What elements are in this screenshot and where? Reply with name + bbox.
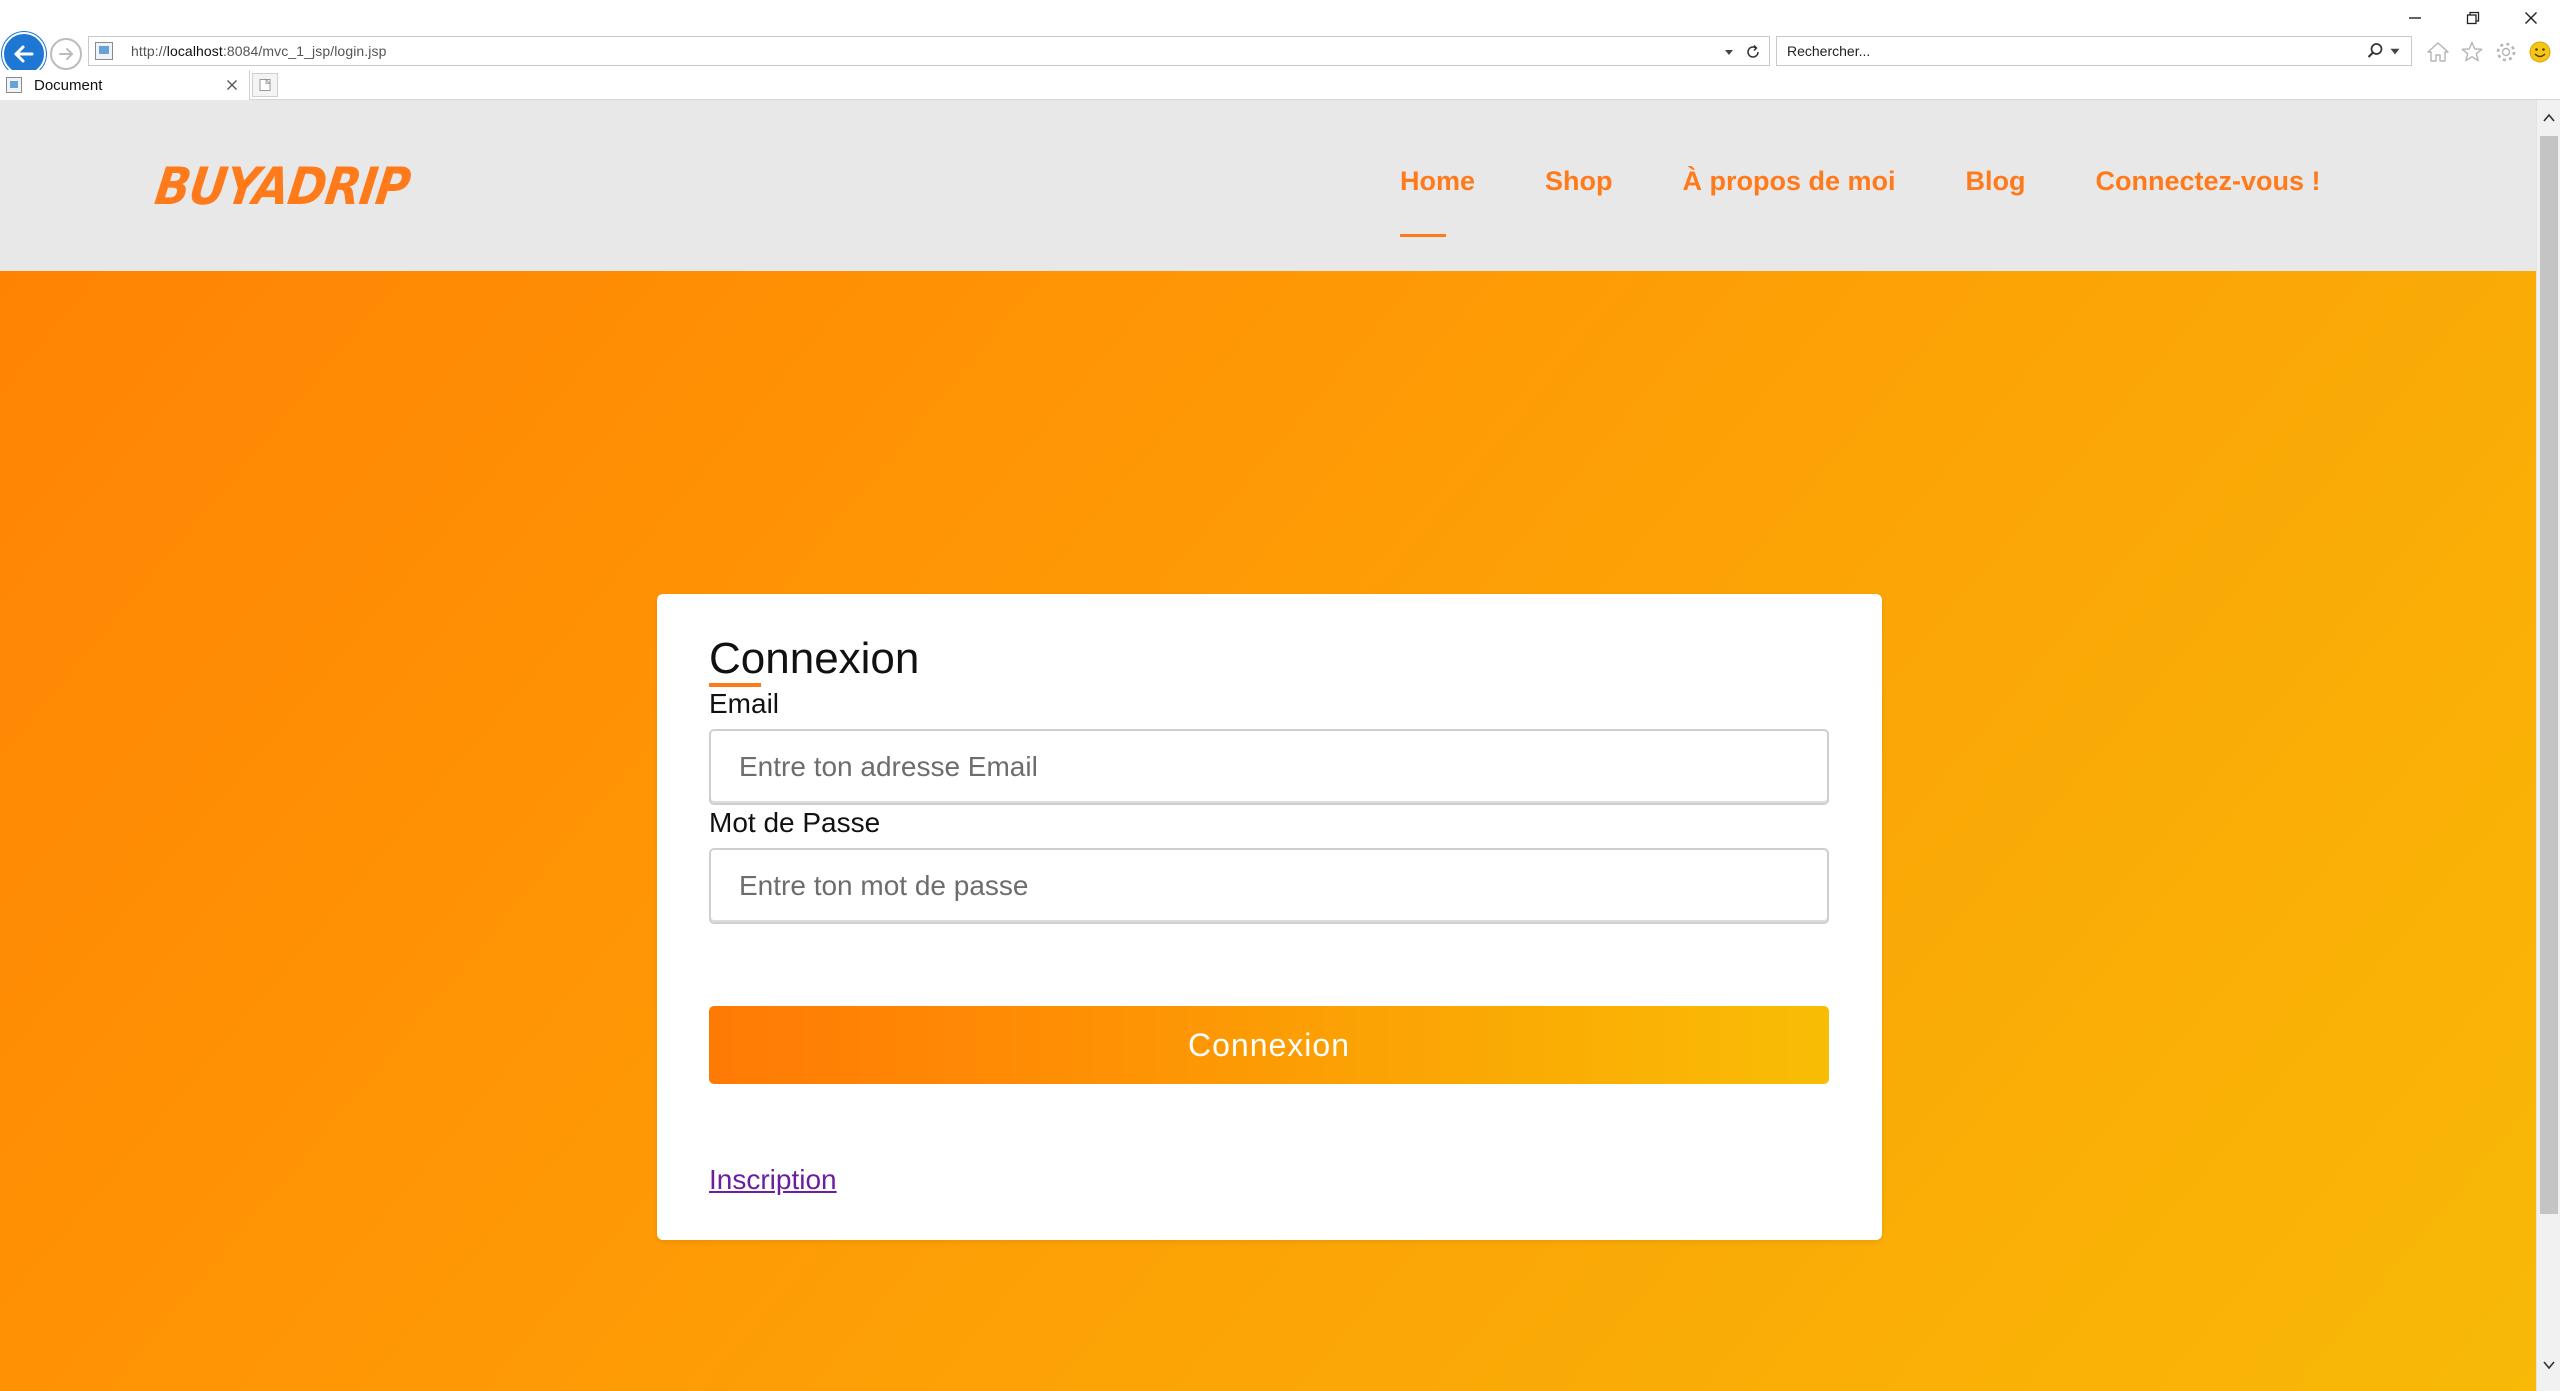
minimize-button[interactable] [2386,4,2444,32]
password-input[interactable] [709,848,1829,924]
feedback-button[interactable] [2526,38,2554,66]
home-icon [2427,42,2449,62]
nav-home[interactable]: Home [1400,166,1475,237]
nav-login[interactable]: Connectez-vous ! [2096,166,2321,197]
browser-tools [2424,38,2554,66]
title-underline [709,683,761,687]
site-logo[interactable]: BUYADRIP [152,156,414,216]
scroll-thumb[interactable] [2540,136,2558,1214]
tab-favicon-icon [6,77,22,93]
navigation-row: http://localhost:8084/mvc_1_jsp/login.js… [0,32,2560,76]
close-icon [227,80,237,90]
smiley-icon [2529,41,2551,63]
scroll-up-button[interactable] [2537,104,2560,132]
chevron-down-icon [2390,48,2400,55]
home-button[interactable] [2424,38,2452,66]
search-button[interactable] [2365,41,2385,61]
back-arrow-icon [14,45,34,63]
forward-button[interactable] [50,38,82,70]
login-title: Connexion [709,634,920,683]
page-favicon-icon [95,42,113,60]
nav-about[interactable]: À propos de moi [1683,166,1896,197]
search-placeholder: Rechercher... [1787,43,1871,59]
url-host: localhost [166,43,223,59]
favorites-button[interactable] [2458,38,2486,66]
address-bar[interactable]: http://localhost:8084/mvc_1_jsp/login.js… [88,36,1770,66]
settings-button[interactable] [2492,38,2520,66]
url-prefix: http:// [131,43,167,59]
new-tab-button[interactable] [252,73,278,97]
search-icon [2367,43,2383,58]
page-viewport: BUYADRIP Home Shop À propos de moi Blog … [0,100,2536,1391]
password-label: Mot de Passe [709,807,881,838]
tab-title: Document [34,76,103,94]
url-path: :8084/mvc_1_jsp/login.jsp [222,43,387,59]
chevron-down-icon [2543,1361,2555,1370]
star-icon [2461,41,2483,62]
main-nav: Home Shop À propos de moi Blog Connectez… [1400,166,2391,237]
chevron-down-icon [1725,50,1733,55]
gear-icon [2496,42,2516,62]
address-actions [1717,39,1765,65]
email-label: Email [709,688,780,719]
address-dropdown-button[interactable] [1717,40,1741,64]
signup-link[interactable]: Inscription [709,1164,837,1196]
scroll-down-button[interactable] [2537,1351,2560,1379]
login-card: Connexion Email Mot de Passe Connexion I… [657,594,1882,1240]
chevron-up-icon [2543,113,2555,122]
forward-arrow-icon [59,48,73,60]
site-header: BUYADRIP Home Shop À propos de moi Blog … [0,100,2536,271]
nav-shop[interactable]: Shop [1545,166,1613,197]
tab-document[interactable]: Document [0,70,250,100]
nav-blog[interactable]: Blog [1966,166,2026,197]
browser-chrome: http://localhost:8084/mvc_1_jsp/login.js… [0,0,2560,100]
minimize-icon [2409,17,2421,19]
search-actions [2365,41,2405,61]
login-submit-button[interactable]: Connexion [709,1006,1829,1084]
address-url[interactable]: http://localhost:8084/mvc_1_jsp/login.js… [131,43,387,59]
tab-row: Document [0,70,2560,100]
close-window-button[interactable] [2502,4,2560,32]
tab-close-button[interactable] [223,76,241,94]
restore-icon [2466,11,2480,25]
search-box[interactable]: Rechercher... [1776,36,2412,66]
close-icon [2525,12,2537,24]
window-controls [2386,4,2560,32]
search-dropdown-button[interactable] [2385,41,2405,61]
refresh-button[interactable] [1741,40,1765,64]
refresh-icon [1747,44,1759,58]
new-tab-icon [259,78,271,91]
restore-button[interactable] [2444,4,2502,32]
email-input[interactable] [709,729,1829,805]
vertical-scrollbar[interactable] [2536,100,2560,1391]
